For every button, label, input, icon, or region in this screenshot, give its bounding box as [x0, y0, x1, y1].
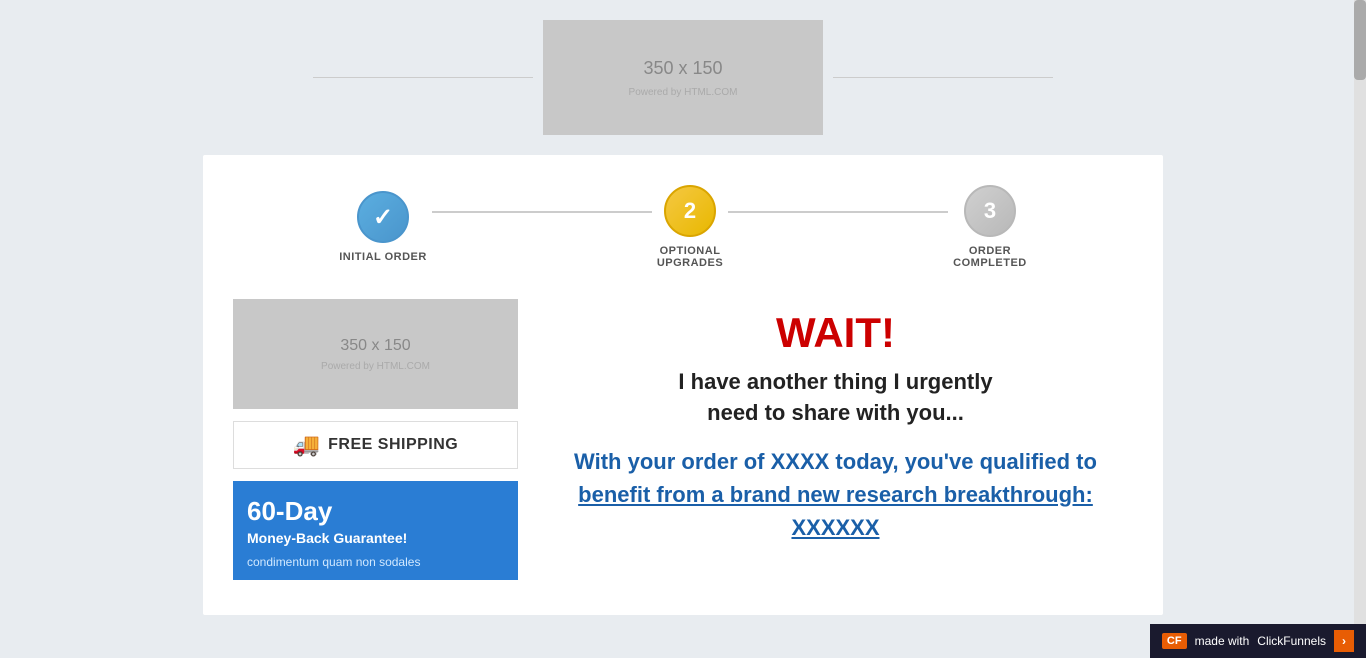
content-area: 350 x 150 Powered by HTML.COM 🚚 FREE SHI… [233, 299, 1133, 580]
header-line-left [313, 77, 533, 78]
sidebar-image-powered: Powered by HTML.COM [321, 361, 430, 372]
wait-title: WAIT! [558, 309, 1113, 357]
scrollbar[interactable] [1354, 0, 1366, 658]
order-link[interactable]: benefit from a brand new research breakt… [578, 482, 1093, 540]
step-3-label-text: ORDERCOMPLETED [953, 245, 1027, 269]
step-1-label: INITIAL ORDER [339, 251, 427, 263]
urgent-line2: need to share with you... [707, 400, 964, 425]
step-2-label-text: OPTIONALUPGRADES [657, 245, 723, 269]
step-2-number: 2 [684, 198, 696, 224]
free-shipping-badge: 🚚 FREE SHIPPING [233, 421, 518, 469]
urgent-line1: I have another thing I urgently [678, 369, 992, 394]
header-logo-powered: Powered by HTML.COM [629, 87, 738, 98]
header-line-right [833, 77, 1053, 78]
step-connector-1 [432, 211, 652, 213]
step-1-circle: ✓ [357, 191, 409, 243]
sidebar-image: 350 x 150 Powered by HTML.COM [233, 299, 518, 409]
step-1-check-icon: ✓ [373, 203, 393, 232]
step-3-number: 3 [984, 198, 996, 224]
step-3-circle: 3 [964, 185, 1016, 237]
order-text: With your order of XXXX today, you've qu… [558, 445, 1113, 544]
step-1: ✓ INITIAL ORDER [339, 191, 427, 263]
order-link-text: benefit from a brand new research breakt… [578, 482, 1093, 540]
cf-label: made with [1195, 634, 1250, 648]
order-text-before: With your order of XXXX today, you've qu… [574, 449, 1097, 474]
urgent-text: I have another thing I urgently need to … [558, 367, 1113, 429]
truck-icon: 🚚 [293, 432, 320, 458]
money-back-subtitle: Money-Back Guarantee! [247, 530, 504, 546]
main-card: ✓ INITIAL ORDER 2 OPTIONALUPGRADES 3 ORD… [203, 155, 1163, 615]
right-content: WAIT! I have another thing I urgently ne… [538, 299, 1133, 580]
step-connector-2 [728, 211, 948, 213]
left-sidebar: 350 x 150 Powered by HTML.COM 🚚 FREE SHI… [233, 299, 518, 580]
step-3: 3 ORDERCOMPLETED [953, 185, 1027, 269]
cf-brand: ClickFunnels [1257, 634, 1326, 648]
sidebar-image-size: 350 x 150 [340, 337, 410, 355]
clickfunnels-badge[interactable]: CF made with ClickFunnels › [1150, 624, 1366, 658]
step-2-label: OPTIONALUPGRADES [657, 245, 723, 269]
step-2-circle: 2 [664, 185, 716, 237]
step-3-label: ORDERCOMPLETED [953, 245, 1027, 269]
cf-arrow-icon[interactable]: › [1334, 630, 1354, 652]
top-header: 350 x 150 Powered by HTML.COM [0, 0, 1366, 145]
money-back-badge: 60-Day Money-Back Guarantee! condimentum… [233, 481, 518, 580]
progress-steps: ✓ INITIAL ORDER 2 OPTIONALUPGRADES 3 ORD… [233, 185, 1133, 269]
cf-logo: CF [1162, 633, 1187, 649]
step-2: 2 OPTIONALUPGRADES [657, 185, 723, 269]
scrollbar-thumb[interactable] [1354, 0, 1366, 80]
money-back-desc: condimentum quam non sodales [247, 554, 504, 571]
header-logo: 350 x 150 Powered by HTML.COM [543, 20, 823, 135]
free-shipping-text: FREE SHIPPING [328, 436, 458, 454]
header-logo-size: 350 x 150 [643, 58, 722, 79]
money-back-title: 60-Day [247, 497, 504, 526]
